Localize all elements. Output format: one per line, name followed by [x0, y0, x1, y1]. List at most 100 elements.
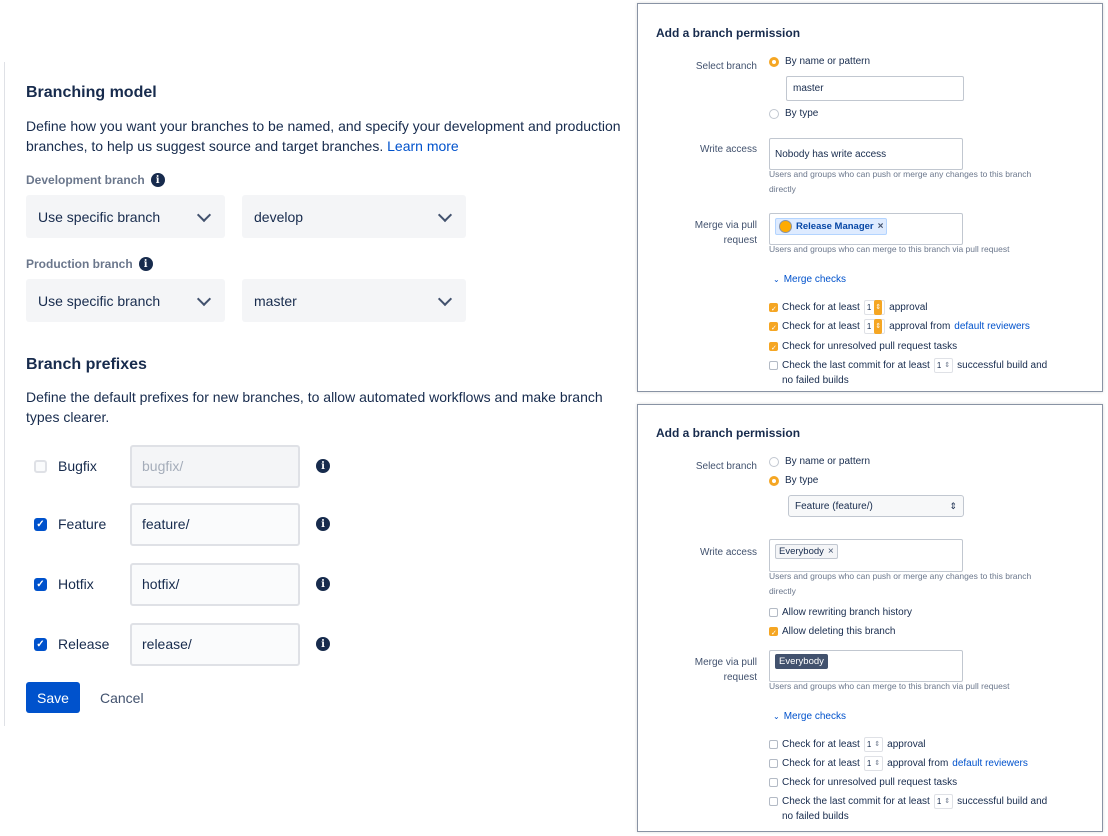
- merge-via-pr-label: Merge via pull request: [694, 657, 757, 683]
- branching-model-description: Define how you want your branches to be …: [26, 118, 621, 154]
- checkbox-checked[interactable]: [769, 321, 778, 336]
- close-icon[interactable]: ×: [878, 221, 884, 232]
- stepper-arrows-icon[interactable]: ⇕: [944, 794, 950, 809]
- checkbox-unchecked[interactable]: [769, 608, 778, 617]
- write-access-input[interactable]: Nobody has write access: [769, 138, 963, 170]
- by-type-option[interactable]: By type: [769, 475, 818, 486]
- prefix-row-bugfix: Bugfix bugfix/ i: [34, 444, 330, 488]
- prefix-label: Release: [58, 636, 110, 652]
- chevron-down-icon: ⌄: [773, 712, 780, 721]
- group-tag: Everybody ×: [775, 544, 838, 559]
- production-mode-select[interactable]: Use specific branch: [26, 279, 225, 322]
- info-icon[interactable]: i: [316, 637, 330, 651]
- info-icon[interactable]: i: [316, 517, 330, 531]
- hotfix-prefix-input[interactable]: hotfix/: [130, 562, 300, 606]
- allow-rewrite-option: Allow rewriting branch history: [769, 605, 912, 620]
- prefix-row-hotfix: ✓ Hotfix hotfix/ i: [34, 562, 330, 606]
- branch-prefixes-description: Define the default prefixes for new bran…: [26, 389, 603, 425]
- chevron-down-icon: [437, 291, 453, 306]
- save-button[interactable]: Save: [26, 682, 80, 713]
- stepper-arrows-icon[interactable]: ⇕: [874, 300, 883, 315]
- info-icon[interactable]: i: [150, 173, 165, 187]
- merge-check-tasks: Check for unresolved pull request tasks: [769, 775, 957, 790]
- stepper-arrows-icon[interactable]: ⇕: [874, 319, 883, 334]
- cancel-button[interactable]: Cancel: [100, 682, 144, 713]
- info-icon[interactable]: i: [316, 459, 330, 473]
- avatar: [779, 220, 792, 233]
- merge-check-builds: Check the last commit for at least 1 ⇕ su…: [769, 794, 1047, 824]
- default-reviewers-link[interactable]: default reviewers: [954, 319, 1030, 334]
- prefix-label: Hotfix: [58, 576, 94, 592]
- merge-check-default-reviewers: Check for at least 1⇕ approval from defa…: [769, 756, 1028, 771]
- learn-more-link[interactable]: Learn more: [387, 138, 459, 154]
- stepper-arrows-icon[interactable]: ⇕: [874, 756, 880, 771]
- info-icon[interactable]: i: [316, 577, 330, 591]
- panel-title: Add a branch permission: [656, 26, 801, 40]
- checkbox-unchecked[interactable]: [769, 759, 778, 768]
- prefix-label: Bugfix: [58, 458, 97, 474]
- by-name-option[interactable]: By name or pattern: [769, 56, 870, 67]
- panel-title: Add a branch permission: [656, 426, 801, 440]
- select-branch-label: Select branch: [695, 61, 757, 72]
- merge-access-input[interactable]: Everybody: [769, 650, 963, 682]
- feature-prefix-input[interactable]: feature/: [130, 502, 300, 546]
- write-access-label: Write access: [699, 547, 757, 558]
- production-branch-select[interactable]: master: [242, 279, 466, 322]
- release-checkbox[interactable]: ✓: [34, 637, 47, 651]
- write-access-help: Users and groups who can push or merge a…: [769, 169, 1032, 194]
- close-icon[interactable]: ×: [828, 546, 834, 557]
- build-count-stepper[interactable]: 1 ⇕: [933, 794, 954, 809]
- bugfix-prefix-input[interactable]: bugfix/: [130, 444, 300, 488]
- radio-unselected[interactable]: [769, 108, 779, 119]
- prefix-row-feature: ✓ Feature feature/ i: [34, 502, 330, 546]
- info-icon[interactable]: i: [138, 257, 153, 271]
- checkbox-checked[interactable]: [769, 302, 778, 317]
- release-prefix-input[interactable]: release/: [130, 622, 300, 666]
- production-branch-label: Production branch i: [26, 257, 153, 271]
- branch-type-select[interactable]: Feature (feature/) ⇕: [788, 495, 964, 517]
- allow-delete-option: Allow deleting this branch: [769, 624, 895, 641]
- development-mode-select[interactable]: Use specific branch: [26, 195, 225, 238]
- approval-count-stepper[interactable]: 1 ⇕: [863, 737, 884, 752]
- build-count-stepper[interactable]: 1 ⇕: [933, 358, 954, 373]
- feature-checkbox[interactable]: ✓: [34, 517, 47, 531]
- select-branch-label: Select branch: [695, 461, 757, 472]
- branch-name-input[interactable]: master: [786, 76, 964, 101]
- radio-selected[interactable]: [769, 475, 779, 486]
- merge-help: Users and groups who can merge to this b…: [769, 681, 1010, 691]
- merge-check-approval: Check for at least 1⇕ approval: [769, 737, 926, 752]
- stepper-arrows-icon[interactable]: ⇕: [944, 358, 950, 373]
- stepper-arrows-icon[interactable]: ⇕: [874, 737, 880, 752]
- reviewer-count-stepper[interactable]: 1 ⇕: [863, 756, 884, 771]
- development-branch-select[interactable]: develop: [242, 195, 466, 238]
- checkbox-unchecked[interactable]: [769, 361, 778, 370]
- branch-prefixes-title: Branch prefixes: [26, 356, 147, 373]
- checkbox-checked[interactable]: [769, 341, 778, 356]
- prefix-row-release: ✓ Release release/ i: [34, 622, 330, 666]
- write-access-input[interactable]: Everybody ×: [769, 539, 963, 572]
- checkbox-unchecked[interactable]: [769, 778, 778, 787]
- checkbox-checked[interactable]: [769, 626, 778, 641]
- by-name-option[interactable]: By name or pattern: [769, 456, 870, 467]
- write-access-help: Users and groups who can push or merge a…: [769, 571, 1032, 596]
- write-access-label: Write access: [699, 144, 757, 155]
- reviewer-count-stepper[interactable]: 1 ⇕: [863, 319, 886, 334]
- radio-selected[interactable]: [769, 56, 779, 67]
- bugfix-checkbox[interactable]: [34, 459, 47, 473]
- approval-count-stepper[interactable]: 1 ⇕: [863, 300, 886, 315]
- checkbox-unchecked[interactable]: [769, 740, 778, 749]
- by-type-option[interactable]: By type: [769, 108, 818, 119]
- merge-checks-toggle[interactable]: ⌄ Merge checks: [773, 711, 846, 722]
- merge-help: Users and groups who can merge to this b…: [769, 244, 1010, 254]
- checkbox-unchecked[interactable]: [769, 797, 778, 806]
- hotfix-checkbox[interactable]: ✓: [34, 577, 47, 591]
- chevron-down-icon: [437, 207, 453, 222]
- default-reviewers-link[interactable]: default reviewers: [952, 756, 1028, 771]
- merge-checks-toggle[interactable]: ⌄ Merge checks: [773, 274, 846, 285]
- merge-check-builds: Check the last commit for at least 1 ⇕ su…: [769, 358, 1047, 388]
- group-tag-selected[interactable]: Everybody: [775, 654, 828, 669]
- merge-access-input[interactable]: Release Manager ×: [769, 213, 963, 245]
- chevron-down-icon: [196, 291, 212, 306]
- radio-unselected[interactable]: [769, 456, 779, 467]
- divider-line: [4, 62, 5, 726]
